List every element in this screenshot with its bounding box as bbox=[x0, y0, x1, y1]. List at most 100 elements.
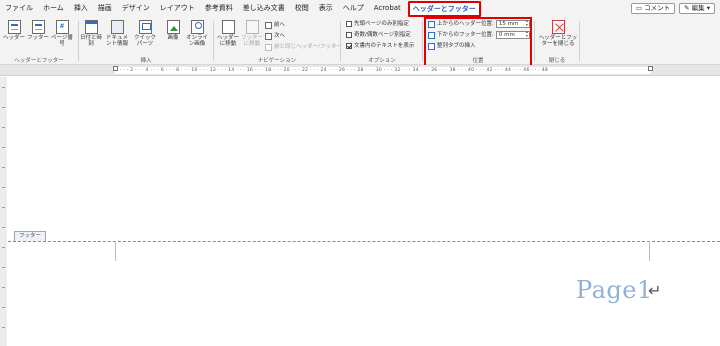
ruler-tick bbox=[2, 207, 5, 208]
group-insert: 日付と時刻 ドキュメント情報 クイック パーツ 画像 オンライン画像 挿入 bbox=[80, 17, 212, 65]
tab-insert[interactable]: 挿入 bbox=[69, 0, 93, 17]
ribbon-separator bbox=[534, 21, 535, 61]
group-close: ヘッダーとフッターを閉じる 閉じる bbox=[536, 17, 578, 65]
diff-first-page-label: 先頭ページのみ別指定 bbox=[354, 21, 409, 27]
show-doc-text-label: 文書内のテキストを表示 bbox=[354, 43, 415, 49]
comment-label: コメント bbox=[644, 4, 671, 12]
left-indent-marker[interactable] bbox=[113, 66, 118, 71]
tab-file[interactable]: ファイル bbox=[0, 0, 38, 17]
show-doc-text-checkbox[interactable]: 文書内のテキストを表示 bbox=[346, 41, 414, 51]
group-navigation: ヘッダーに移動 フッターに移動 前へ 次へ 前と同じヘッダー/フッター ナビゲー… bbox=[215, 17, 342, 65]
header-button[interactable]: ヘッダー bbox=[3, 20, 25, 41]
group-label-insert: 挿入 bbox=[140, 58, 152, 64]
ribbon-separator bbox=[340, 21, 341, 61]
ruler-tick bbox=[2, 247, 5, 248]
chevron-down-icon: ▾ bbox=[704, 4, 710, 12]
diff-odd-even-check[interactable] bbox=[346, 32, 352, 38]
calendar-icon bbox=[84, 20, 98, 34]
ribbon-separator bbox=[579, 21, 580, 61]
tab-help[interactable]: ヘルプ bbox=[338, 0, 369, 17]
vertical-ruler[interactable] bbox=[0, 77, 7, 346]
comment-button[interactable]: ▭ コメント bbox=[630, 3, 676, 14]
ruler-tick bbox=[2, 127, 5, 128]
horizontal-ruler[interactable]: 1 · · · 2 · · · 4 · · · 6 · · · 8 · · · … bbox=[0, 65, 720, 76]
diff-first-page-checkbox[interactable]: 先頭ページのみ別指定 bbox=[346, 19, 409, 29]
tab-acrobat[interactable]: Acrobat bbox=[369, 0, 406, 17]
picture-button[interactable]: 画像 bbox=[162, 20, 184, 41]
ruler-tick bbox=[2, 107, 5, 108]
group-label-header-footer: ヘッダーとフッター bbox=[14, 58, 64, 64]
page-number-button[interactable]: # ページ番号 bbox=[51, 20, 73, 47]
next-button[interactable]: 次へ bbox=[265, 31, 285, 41]
close-header-footer-button[interactable]: ヘッダーとフッターを閉じる bbox=[538, 20, 578, 47]
tab-references[interactable]: 参考資料 bbox=[200, 0, 238, 17]
group-label-options: オプション bbox=[368, 58, 396, 64]
header-label: ヘッダー bbox=[3, 35, 26, 41]
online-picture-icon bbox=[190, 20, 204, 34]
tab-view[interactable]: 表示 bbox=[314, 0, 338, 17]
date-time-button[interactable]: 日付と時刻 bbox=[80, 20, 102, 47]
page-number-label: ページ番号 bbox=[51, 35, 73, 47]
link-icon bbox=[265, 43, 272, 51]
ruler-tick bbox=[2, 287, 5, 288]
tab-draw[interactable]: 描画 bbox=[93, 0, 117, 17]
goto-header-label: ヘッダーに移動 bbox=[217, 35, 240, 47]
tab-review[interactable]: 校閲 bbox=[290, 0, 314, 17]
tab-layout[interactable]: レイアウト bbox=[155, 0, 200, 17]
online-picture-button[interactable]: オンライン画像 bbox=[184, 20, 210, 47]
document-page[interactable] bbox=[8, 77, 720, 346]
menu-right-actions: ▭ コメント ✎ 編集 ▾ bbox=[630, 3, 715, 14]
ribbon-separator bbox=[422, 21, 423, 61]
diff-first-page-check[interactable] bbox=[346, 21, 352, 27]
ruler-tick bbox=[2, 227, 5, 228]
online-picture-label: オンライン画像 bbox=[185, 35, 208, 47]
tab-design[interactable]: デザイン bbox=[117, 0, 155, 17]
diff-odd-even-checkbox[interactable]: 奇数/偶数ページ別指定 bbox=[346, 30, 411, 40]
ruler-scale: 1 · · · 2 · · · 4 · · · 6 · · · 8 · · · … bbox=[115, 67, 651, 74]
ribbon-separator bbox=[78, 21, 79, 61]
doc-info-label: ドキュメント情報 bbox=[105, 35, 128, 47]
goto-footer-label: フッターに移動 bbox=[241, 35, 264, 47]
date-time-label: 日付と時刻 bbox=[80, 35, 103, 47]
comment-icon: ▭ bbox=[635, 4, 645, 12]
footer-page-number-text[interactable]: Page1 bbox=[576, 276, 653, 304]
tab-header-footer[interactable]: ヘッダーとフッター bbox=[407, 0, 481, 17]
ruler-tick bbox=[2, 147, 5, 148]
pencil-icon: ✎ bbox=[684, 4, 692, 12]
footer-button[interactable]: フッター bbox=[27, 20, 49, 41]
menu-bar: ファイル ホーム 挿入 描画 デザイン レイアウト 参考資料 差し込み文書 校閲… bbox=[0, 0, 720, 17]
footer-icon bbox=[31, 20, 45, 34]
right-indent-marker[interactable] bbox=[648, 66, 653, 71]
goto-footer-icon bbox=[245, 20, 259, 34]
link-to-previous-button[interactable]: 前と同じヘッダー/フッター bbox=[265, 42, 342, 52]
quick-parts-icon bbox=[138, 20, 152, 34]
goto-header-icon bbox=[221, 20, 235, 34]
show-doc-text-check[interactable] bbox=[346, 43, 352, 49]
tab-home[interactable]: ホーム bbox=[38, 0, 69, 17]
word-window: ファイル ホーム 挿入 描画 デザイン レイアウト 参考資料 差し込み文書 校閲… bbox=[0, 0, 720, 346]
quick-parts-label: クイック パーツ bbox=[133, 35, 156, 47]
page-number-icon: # bbox=[55, 20, 69, 34]
picture-icon bbox=[166, 20, 180, 34]
edit-mode-button[interactable]: ✎ 編集 ▾ bbox=[679, 3, 715, 14]
tab-mailings[interactable]: 差し込み文書 bbox=[238, 0, 290, 17]
ruler-tick bbox=[2, 87, 5, 88]
next-label: 次へ bbox=[274, 33, 286, 39]
previous-icon bbox=[265, 21, 272, 29]
ruler-tick bbox=[2, 267, 5, 268]
close-header-footer-label: ヘッダーとフッターを閉じる bbox=[538, 35, 578, 47]
group-header-footer: ヘッダー フッター # ページ番号 ヘッダーとフッター bbox=[0, 17, 78, 65]
ruler-tick bbox=[2, 327, 5, 328]
goto-header-button[interactable]: ヘッダーに移動 bbox=[217, 20, 239, 47]
goto-footer-button[interactable]: フッターに移動 bbox=[241, 20, 263, 47]
position-highlight-box bbox=[424, 17, 532, 67]
ruler-tick bbox=[2, 307, 5, 308]
quick-parts-button[interactable]: クイック パーツ bbox=[132, 20, 158, 47]
doc-info-button[interactable]: ドキュメント情報 bbox=[104, 20, 130, 47]
edit-mode-label: 編集 bbox=[691, 4, 705, 12]
previous-button[interactable]: 前へ bbox=[265, 20, 285, 30]
ribbon: ヘッダー フッター # ページ番号 ヘッダーとフッター 日付と時刻 ドキュメント… bbox=[0, 17, 720, 67]
previous-label: 前へ bbox=[274, 22, 286, 28]
group-label-close: 閉じる bbox=[548, 58, 566, 64]
diff-odd-even-label: 奇数/偶数ページ別指定 bbox=[354, 32, 411, 38]
